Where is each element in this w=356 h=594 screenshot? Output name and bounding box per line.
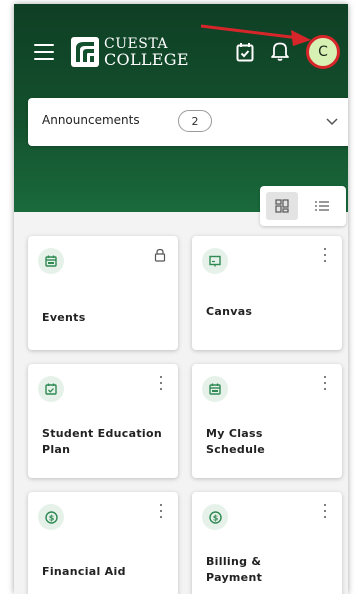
card-icon-container: $ <box>202 504 228 530</box>
list-view-icon <box>315 201 329 211</box>
dollar-icon: $ <box>208 510 222 524</box>
chevron-down-icon[interactable] <box>326 116 338 126</box>
calendar-check-icon <box>45 383 57 395</box>
card-title: Billing & Payment <box>206 555 263 584</box>
app-frame: CUESTA COLLEGE C Announcements 2 Events … <box>14 4 348 594</box>
presentation-icon <box>209 255 221 267</box>
announcements-count-badge: 2 <box>178 110 212 132</box>
card-financial-aid[interactable]: $ Financial Aid <box>28 492 178 594</box>
logo-line-2: COLLEGE <box>104 50 189 69</box>
more-vert-icon[interactable] <box>320 248 330 262</box>
view-toggle <box>260 186 346 226</box>
card-icon-container: $ <box>38 504 64 530</box>
card-my-class-schedule[interactable]: My Class Schedule <box>192 364 342 478</box>
card-title: Events <box>42 311 86 324</box>
card-icon-container <box>38 376 64 402</box>
announcements-label: Announcements <box>42 113 140 127</box>
card-icon-container <box>202 248 228 274</box>
dollar-icon: $ <box>44 510 58 524</box>
svg-text:$: $ <box>48 513 54 522</box>
card-title: My Class Schedule <box>206 427 266 456</box>
announcements-dropdown[interactable]: Announcements 2 <box>28 98 348 146</box>
grid-view-button[interactable] <box>266 192 298 220</box>
college-logo[interactable]: CUESTA COLLEGE <box>70 34 190 74</box>
calendar-icon <box>209 383 221 395</box>
card-canvas[interactable]: Canvas <box>192 236 342 350</box>
card-icon-container <box>38 248 64 274</box>
more-vert-icon[interactable] <box>156 376 166 390</box>
grid-view-icon <box>275 199 289 213</box>
card-title: Canvas <box>206 305 253 318</box>
more-vert-icon[interactable] <box>320 504 330 518</box>
more-vert-icon[interactable] <box>320 376 330 390</box>
logo-text: CUESTA COLLEGE <box>104 36 189 68</box>
card-events[interactable]: Events <box>28 236 178 350</box>
card-billing-payment[interactable]: $ Billing & Payment <box>192 492 342 594</box>
hamburger-menu-icon[interactable] <box>34 44 54 60</box>
logo-mark-icon <box>71 37 99 67</box>
calendar-icon <box>45 255 57 267</box>
card-title: Financial Aid <box>42 565 126 578</box>
top-bar: CUESTA COLLEGE C <box>14 4 348 94</box>
card-title: Student Education Plan <box>42 427 162 456</box>
svg-text:$: $ <box>212 513 218 522</box>
annotation-arrow-icon <box>200 24 311 46</box>
card-student-education-plan[interactable]: Student Education Plan <box>28 364 178 478</box>
avatar-initial: C <box>318 44 328 60</box>
card-icon-container <box>202 376 228 402</box>
more-vert-icon[interactable] <box>156 504 166 518</box>
list-view-button[interactable] <box>306 192 338 220</box>
lock-icon <box>154 248 166 262</box>
